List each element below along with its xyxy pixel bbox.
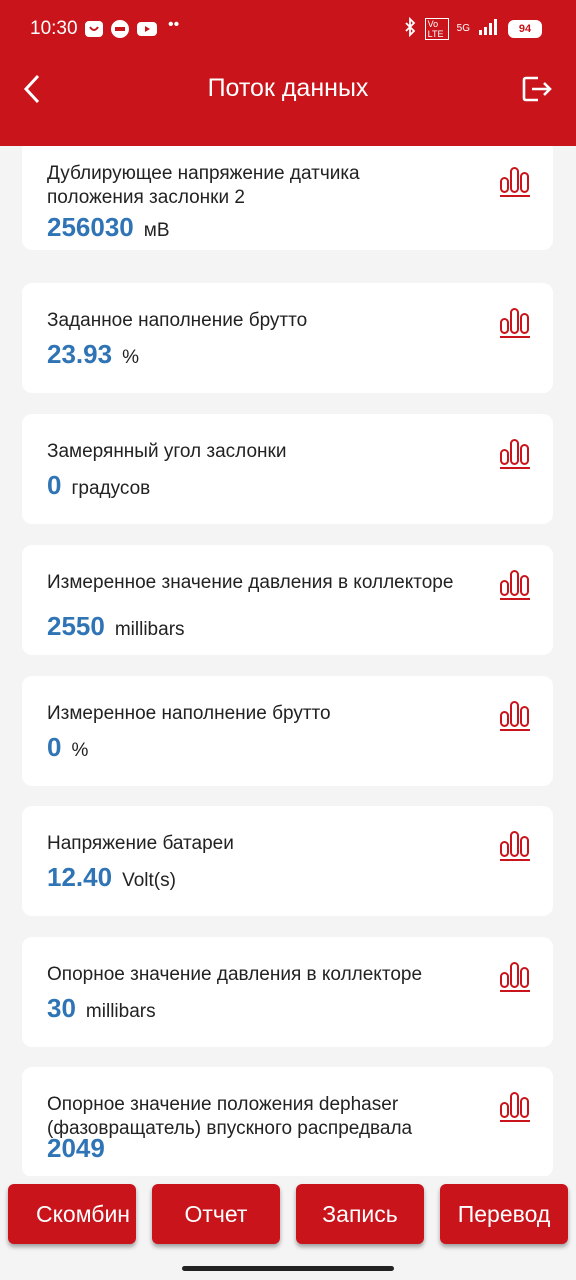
bottom-action-bar: Скомбин Отчет Запись Перевод [0, 1176, 576, 1280]
item-value: 0 [47, 732, 62, 762]
translate-button[interactable]: Перевод [440, 1184, 568, 1244]
app-notification-icon [110, 19, 130, 44]
status-right: Vo LTE 5G 94 [403, 16, 542, 40]
item-unit: % [71, 740, 89, 761]
bar-chart-icon[interactable] [499, 828, 531, 862]
list-item[interactable]: Опорное значение давления в коллекторе 3… [22, 937, 553, 1047]
data-stream-list[interactable]: Дублирующее напряжение датчика положения… [0, 146, 576, 1176]
item-label: Дублирующее напряжение датчика положения… [47, 163, 360, 208]
item-label: Опорное значение давления в коллекторе [47, 964, 423, 985]
youtube-icon [136, 19, 158, 44]
item-value: 30 [47, 993, 76, 1023]
item-label: Измеренное значение давления в коллектор… [47, 572, 454, 593]
item-unit: % [122, 347, 139, 368]
bar-chart-icon[interactable] [499, 698, 531, 732]
item-label: Заданное наполнение брутто [47, 310, 308, 331]
list-item[interactable]: Измеренное наполнение брутто 0 % [22, 676, 553, 786]
report-button[interactable]: Отчет [152, 1184, 280, 1244]
item-value-row: 23.93 % [47, 339, 139, 370]
item-value-row: 0 % [47, 732, 88, 763]
item-value-row: 0 градусов [47, 470, 150, 501]
bar-chart-icon[interactable] [499, 305, 531, 339]
item-value-row: 256030 мВ [47, 212, 170, 243]
item-value: 12.40 [47, 862, 113, 892]
status-time: 10:30 [30, 18, 78, 39]
logout-icon [522, 76, 552, 102]
volte-icon: Vo LTE [424, 17, 449, 40]
item-value-row: 12.40 Volt(s) [47, 862, 176, 893]
item-unit: millibars [85, 1001, 156, 1022]
item-value: 256030 [47, 212, 134, 242]
combine-button[interactable]: Скомбин [8, 1184, 136, 1244]
item-value: 2049 [47, 1133, 105, 1163]
item-value: 23.93 [47, 339, 113, 369]
list-item[interactable]: Заданное наполнение брутто 23.93 % [22, 283, 553, 393]
item-unit: градусов [71, 478, 151, 499]
bar-chart-icon[interactable] [499, 1089, 531, 1123]
notification-icon [84, 19, 104, 44]
item-label: Напряжение батареи [47, 833, 234, 854]
list-item[interactable]: Замерянный угол заслонки 0 градусов [22, 414, 553, 524]
item-unit: мВ [143, 220, 170, 241]
bar-chart-icon[interactable] [499, 567, 531, 601]
status-bar: 10:30 •• Vo LTE 5G 94 [0, 0, 576, 60]
item-unit: Volt(s) [122, 870, 176, 891]
item-value: 0 [47, 470, 62, 500]
bar-chart-icon[interactable] [499, 959, 531, 993]
bluetooth-icon [403, 16, 417, 40]
item-value: 2550 [47, 611, 105, 641]
home-indicator[interactable] [182, 1266, 394, 1271]
item-label: Замерянный угол заслонки [47, 441, 287, 462]
signal-icon [478, 18, 500, 39]
item-value-row: 30 millibars [47, 993, 156, 1024]
list-item[interactable]: Дублирующее напряжение датчика положения… [22, 146, 553, 250]
bar-chart-icon[interactable] [499, 164, 531, 198]
more-dots-icon: •• [168, 16, 180, 33]
battery-icon: 94 [508, 19, 542, 38]
item-unit: millibars [114, 619, 185, 640]
bar-chart-icon[interactable] [499, 436, 531, 470]
item-value-row: 2049 [47, 1133, 115, 1164]
network-label: 5G [456, 23, 470, 34]
app-header: 10:30 •• Vo LTE 5G 94 Поток данных [0, 0, 576, 146]
item-value-row: 2550 millibars [47, 611, 185, 642]
record-button[interactable]: Запись [296, 1184, 424, 1244]
list-item[interactable]: Напряжение батареи 12.40 Volt(s) [22, 806, 553, 916]
item-label: Измеренное наполнение брутто [47, 703, 331, 724]
list-item[interactable]: Измеренное значение давления в коллектор… [22, 545, 553, 655]
exit-button[interactable] [520, 72, 554, 106]
list-item[interactable]: Опорное значение положения dephaser (фаз… [22, 1067, 553, 1176]
page-title: Поток данных [207, 74, 369, 102]
